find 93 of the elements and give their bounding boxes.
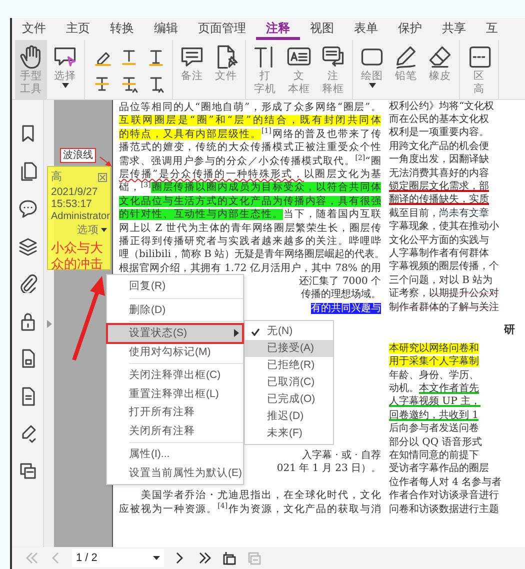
document-line: 在知情同意的前提下 — [389, 449, 480, 462]
close-icon[interactable] — [98, 172, 107, 182]
document-line: 动机。本文作者首先 — [389, 382, 480, 396]
document-line: 础，$^{[3]}$圈层传播以圈内成员为目标受众，以符合共同体 — [119, 181, 381, 195]
menu-item[interactable]: 重置注释弹出框(L) — [107, 384, 243, 403]
document-line: 年龄、身份、学历、 — [389, 368, 480, 382]
document-line: 无法消费其喜好的内容 — [389, 166, 490, 180]
note-date: 2021/9/27 15:53:17 — [51, 186, 99, 210]
last-page-icon — [197, 550, 212, 566]
document-line: 品位等相同的人“圈地自萌”，形成了众多网络“圈层”。 — [119, 101, 381, 114]
document-line: 的针对性、互动性与内部生态性。当下，随着国内互联 — [119, 208, 381, 222]
document-line: 人字幕视频 UP 主， — [389, 395, 482, 409]
document-line: 021 年 1 月 23 日）。 — [276, 462, 381, 476]
menu-item[interactable]: 推迟(D) — [245, 408, 333, 425]
document-line: 部分以 QQ 语音形式 — [389, 436, 483, 450]
menu-item[interactable]: 回复(R) — [107, 277, 243, 296]
menu-tab[interactable]: 注释 — [256, 19, 300, 40]
copy-icon[interactable] — [18, 460, 38, 480]
strikethrough-icon[interactable] — [92, 74, 110, 92]
document-line: 而在公民的基本文化权 — [389, 113, 490, 126]
menu-tab[interactable]: 表单 — [344, 19, 388, 40]
document-line: 字幕现象，使其在推动小 — [389, 220, 500, 234]
menu-item[interactable]: 未来(F) — [245, 425, 333, 442]
menu-tab[interactable]: 主页 — [56, 19, 100, 40]
document-line: 需求、强调用户参与的分众／小众传播模式取代。$^{[2]}$“圈 — [119, 154, 381, 168]
document-line: 受访者字幕作品的圈层 — [389, 462, 490, 476]
document-line: 回卷邀约，共收到 1 — [389, 408, 480, 422]
text-tool-icon[interactable] — [146, 48, 164, 66]
page-view-icon — [247, 550, 262, 566]
menu-tab[interactable]: 编辑 — [144, 19, 188, 40]
document-line: 播正得到传播研究者与实践者越来越多的关注。哔哩哔 — [119, 234, 381, 248]
document-line: 翻译的传播缺失，实质 — [389, 193, 490, 207]
menu-tab[interactable]: 转换 — [100, 19, 144, 40]
menu-tab[interactable]: 共享 — [432, 19, 476, 40]
menu-tab[interactable]: 页面管理 — [188, 19, 256, 40]
menu-item[interactable]: 已取消(C) — [245, 374, 333, 391]
menu-item[interactable]: 使用对勾标记(M) — [107, 342, 243, 361]
document-line: 权利公约》均将“文化权 — [389, 100, 496, 114]
document-line: 权利是一项重要内容。 — [389, 126, 490, 140]
note-author: 高 — [51, 170, 62, 185]
document-line: 根据官网介绍，其拥有 1.72 亿月活用户，其中 78% 的用 — [119, 262, 381, 276]
note-text: 小众与大众的冲击 — [51, 240, 104, 272]
document-line: 美国学者乔治・尤迪思指出，在全球化时代，文化 — [140, 489, 381, 502]
menu-item[interactable]: 已完成(O) — [245, 391, 333, 408]
document-line: 网上以 Z 世代为主体的青年网络圈层繁荣生长，圈层传 — [119, 222, 381, 235]
comment-icon[interactable] — [18, 198, 38, 218]
menu-tab[interactable]: 保护 — [388, 19, 432, 40]
underline-text-icon[interactable] — [120, 48, 138, 66]
menu-item[interactable]: 删除(D) — [107, 300, 243, 319]
document-line: 文化公平方面的实践与 — [389, 234, 490, 247]
menu-item[interactable]: 已接受(A) — [245, 340, 333, 357]
paperclip-icon[interactable] — [18, 273, 38, 293]
section-heading: 研 — [502, 322, 516, 338]
document-line: 位作者每人对 4 名参与者 — [389, 476, 503, 490]
document-line: 的特点，又具有内部层级性。$^{[1]}$网络的普及也带来了传 — [119, 128, 381, 142]
document-line: 作者合作对访谈录音进行 — [389, 489, 500, 503]
page-view-icon — [222, 550, 237, 566]
caret-icon — [101, 228, 107, 232]
document-line: 入字幕 · 或 · 自荐 — [302, 449, 381, 462]
document-line: 锁定圈层文化需求，部 — [389, 180, 490, 194]
document-line: 哩（bilibili，简称 B 站）无疑是青年网络圈层崛起的代表。 — [119, 248, 381, 262]
document-line: 问卷和访谈数据进行主题 — [389, 502, 500, 516]
menu-item[interactable]: 无(N) — [245, 323, 333, 340]
menu-tab[interactable]: 文件 — [12, 19, 56, 40]
leader-line — [100, 156, 112, 167]
document-line: 用跨文化产品的机会便 — [389, 140, 490, 154]
document-line: 三个问题，对以 B 站为 — [389, 274, 494, 288]
caret-icon — [153, 556, 160, 560]
replace-text-icon[interactable] — [120, 74, 138, 92]
document-line: 播范式的嬗变，传统的大众传播模式正被注重受众个性 — [119, 141, 381, 154]
first-page-icon — [24, 550, 39, 566]
document-line: 应被视为一种资源。$^{[4]}$作为资源，文化产品的获取与消 — [119, 502, 381, 516]
menu-item[interactable]: 设置当前属性为默认(E) — [107, 464, 243, 482]
menu-item[interactable]: 设置状态(S) — [107, 324, 243, 342]
document-line: 字幕视频的圈层传播，个 — [389, 260, 500, 274]
menu-tab[interactable]: 互 — [476, 19, 508, 40]
document-line: 传播的理想场域。 — [301, 288, 381, 302]
callout-label: 波浪线 — [60, 148, 96, 163]
menu-tab[interactable]: 视图 — [300, 19, 344, 40]
menu-item[interactable]: 属性(I)... — [107, 445, 243, 464]
menu-item[interactable]: 打开所有注释 — [107, 403, 243, 422]
document-line: 后向参与者发送问卷 — [389, 422, 480, 436]
layers-icon[interactable] — [18, 236, 38, 256]
menu-item[interactable]: 关闭所有注释 — [107, 422, 243, 440]
document-line: 一角度出发，因翻译缺 — [389, 153, 490, 167]
document-line: 人字幕制作者有何群体 — [389, 246, 490, 260]
document-line: 还汇集了 7000 个 — [299, 275, 381, 288]
menu-item[interactable]: 关闭注释弹出框(C) — [107, 366, 243, 384]
menu-item[interactable]: 已拒绝(R) — [245, 357, 333, 374]
eraser-icon — [427, 44, 453, 70]
document-line: 层传播”是分众传播的一种特殊形式，以圈层文化为基 — [119, 168, 381, 182]
page-field[interactable]: 1 / 2 — [72, 549, 164, 567]
options-dropdown[interactable]: 选项 — [77, 222, 107, 238]
